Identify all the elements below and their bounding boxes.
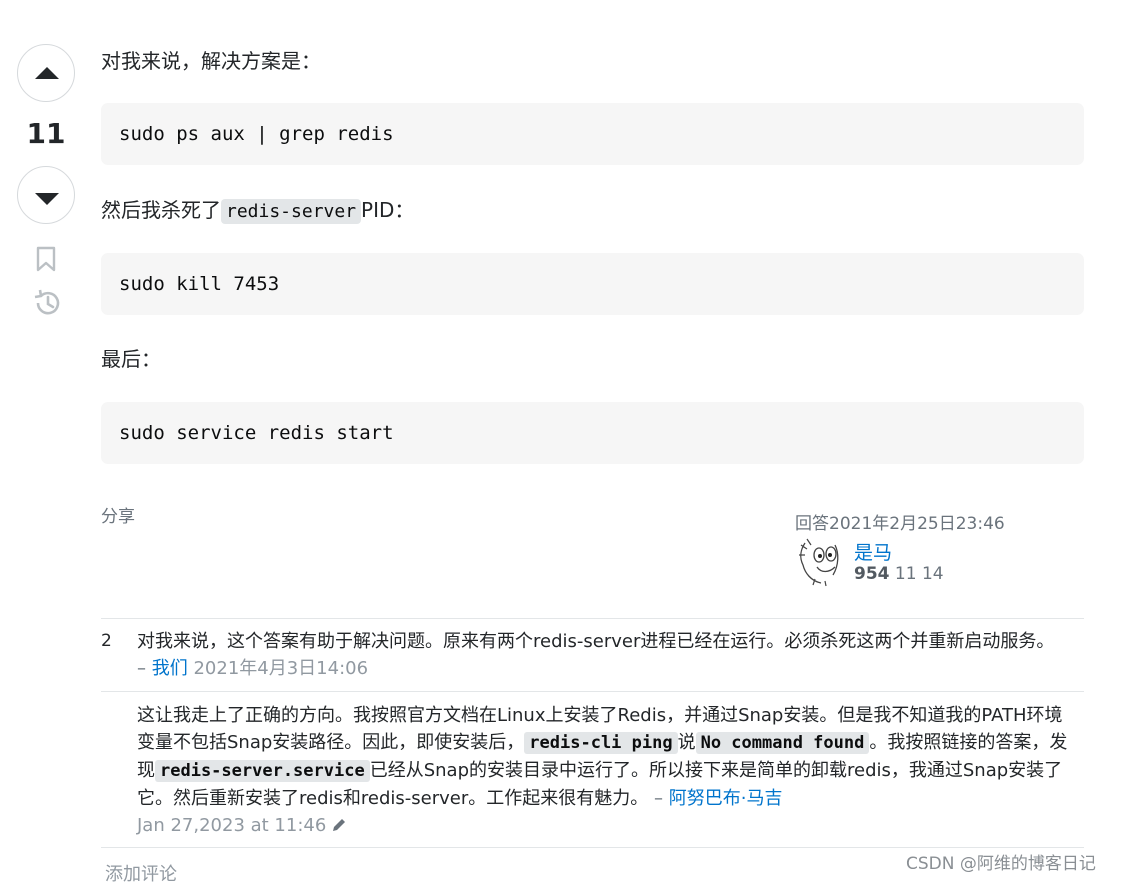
reputation-score: 954 (854, 564, 890, 584)
user-name-link[interactable]: 是马 (854, 538, 892, 565)
vote-count: 11 (26, 117, 66, 150)
comment-divider (101, 691, 1084, 692)
upvote-button[interactable] (17, 44, 75, 102)
comment-inline-code: No command found (695, 732, 870, 754)
bookmark-icon[interactable] (35, 246, 57, 272)
code-block-grep: sudo ps aux | grep redis (101, 103, 1084, 165)
user-avatar[interactable] (795, 535, 843, 587)
upvote-arrow-icon (35, 67, 59, 79)
silver-badges: 11 (894, 564, 917, 584)
comment-date: 2021年4月3日14:06 (193, 658, 369, 679)
code-block-kill: sudo kill 7453 (101, 253, 1084, 315)
add-comment-link[interactable]: 添加评论 (105, 860, 177, 886)
csdn-watermark: CSDN @阿维的博客日记 (906, 854, 1096, 874)
bronze-badges: 14 (921, 564, 944, 584)
comment-inline-code: redis-cli ping (524, 732, 678, 754)
comment-item: 这让我走上了正确的方向。我按照官方文档在Linux上安装了Redis，并通过Sn… (137, 702, 1069, 839)
answer-finally: 最后： (101, 347, 161, 371)
comment-item: 对我来说，这个答案有助于解决问题。原来有两个redis-server进程已经在运… (137, 628, 1069, 682)
comment-score: 2 (101, 631, 112, 651)
inline-code-redis-server: redis-server (221, 199, 362, 224)
user-reputation: 954 11 14 (854, 564, 944, 584)
comment-date: Jan 27,2023 at 11:46 (137, 815, 327, 836)
pencil-icon (333, 819, 346, 831)
downvote-arrow-icon (35, 193, 59, 205)
kill-text-pre: 然后我杀死了 (101, 198, 221, 222)
comments-end-divider (101, 847, 1084, 848)
answer-kill-paragraph: 然后我杀死了 redis-server PID： (101, 196, 414, 226)
answer-intro: 对我来说，解决方案是： (101, 49, 321, 73)
comment-body: 说 (677, 732, 696, 753)
comment-separator: – (137, 658, 146, 679)
code-block-start: sudo service redis start (101, 402, 1084, 464)
comment-author-link[interactable]: 阿努巴布·马吉 (669, 788, 783, 809)
comment-inline-code: redis-server.service (155, 760, 370, 782)
comment-body: 对我来说，这个答案有助于解决问题。原来有两个redis-server进程已经在运… (137, 631, 1055, 652)
history-icon[interactable] (32, 288, 62, 318)
comments-divider (101, 618, 1084, 619)
kill-text-post: PID： (361, 198, 415, 222)
downvote-button[interactable] (17, 166, 75, 224)
share-link[interactable]: 分享 (101, 502, 135, 527)
comment-separator: – (653, 788, 663, 809)
comment-author-link[interactable]: 我们 (152, 658, 188, 679)
answered-timestamp: 回答2021年2月25日23:46 (795, 514, 1005, 534)
